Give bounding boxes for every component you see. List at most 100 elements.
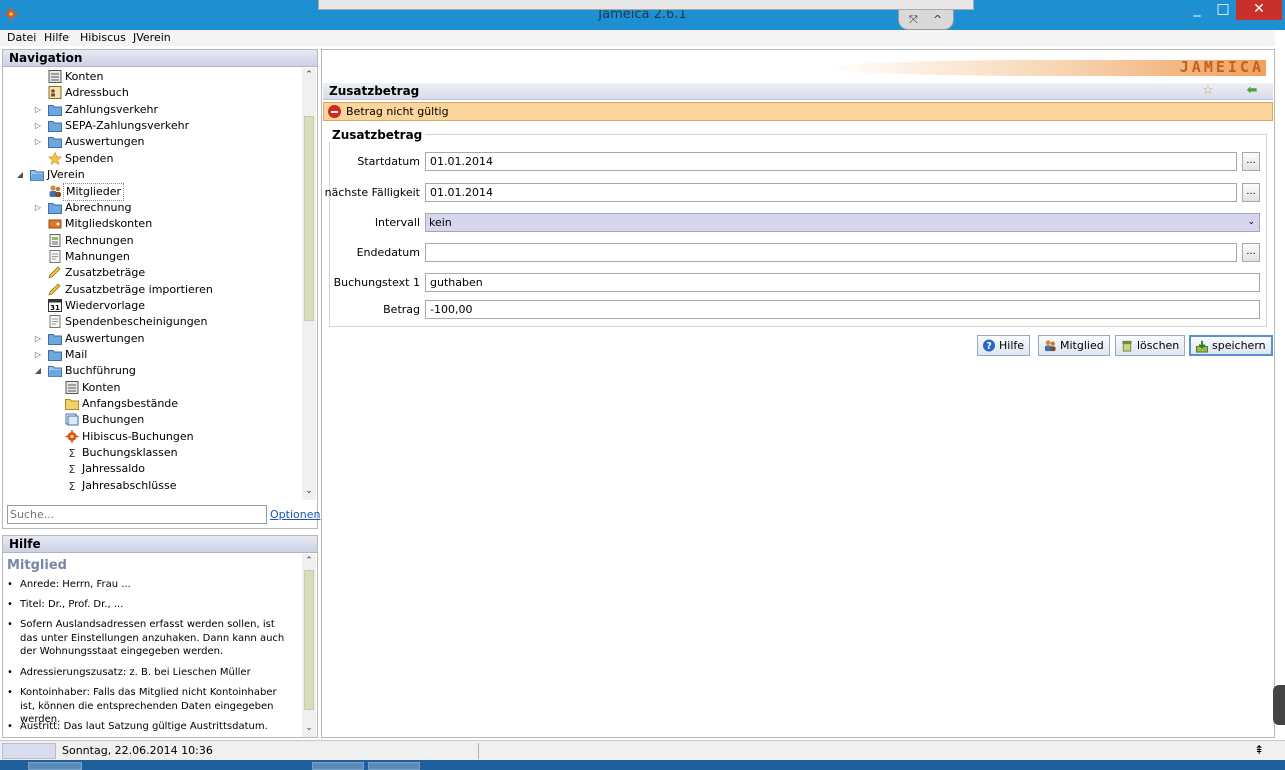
tree-item-mitgliedskonten[interactable]: Mitgliedskonten bbox=[3, 216, 303, 232]
status-bar: Sonntag, 22.06.2014 10:36 ⇞ bbox=[0, 740, 1285, 760]
tree-item-zusatzbetrage[interactable]: Zusatzbeträge bbox=[3, 265, 303, 281]
tree-item-buchfuhrung[interactable]: ◢ Buchführung bbox=[3, 363, 303, 379]
taskbar-button[interactable] bbox=[28, 762, 82, 770]
tree-item-konten[interactable]: Konten bbox=[3, 380, 303, 396]
faelligkeit-picker-button[interactable]: ... bbox=[1242, 183, 1260, 202]
expand-arrow-icon[interactable]: ▷ bbox=[33, 118, 43, 134]
tree-item-jverein[interactable]: ◢ JVerein bbox=[3, 167, 303, 183]
minimize-button[interactable]: _ bbox=[1184, 0, 1210, 20]
tree-item-anfangsbestande[interactable]: Anfangsbestände bbox=[3, 396, 303, 412]
startdatum-picker-button[interactable]: ... bbox=[1242, 152, 1260, 171]
tree-item-label: Zusatzbeträge importieren bbox=[65, 282, 213, 296]
endedatum-field[interactable] bbox=[425, 243, 1237, 262]
tree-item-zusatzbetrage-importieren[interactable]: Zusatzbeträge importieren bbox=[3, 282, 303, 298]
faelligkeit-field[interactable]: 01.01.2014 bbox=[425, 183, 1237, 202]
remote-toolbar bbox=[318, 0, 974, 10]
calendar-icon: 31 bbox=[48, 298, 62, 312]
tree-item-hibiscus-buchungen[interactable]: Hibiscus-Buchungen bbox=[3, 429, 303, 445]
expand-arrow-icon[interactable]: ▷ bbox=[33, 200, 43, 216]
loeschen-button[interactable]: löschen bbox=[1115, 335, 1186, 356]
remote-toolbar-tab[interactable]: ⤧ ^ bbox=[898, 10, 954, 30]
status-expand-icon[interactable]: ⇞ bbox=[1254, 743, 1264, 757]
maximize-button[interactable]: □ bbox=[1210, 0, 1236, 20]
tree-item-konten[interactable]: Konten bbox=[3, 69, 303, 85]
taskbar-button[interactable] bbox=[312, 762, 364, 770]
options-link[interactable]: Optionen bbox=[270, 508, 320, 521]
tree-item-label: Auswertungen bbox=[65, 135, 145, 149]
scroll-down-icon[interactable]: ⌄ bbox=[302, 486, 316, 498]
chevron-down-icon[interactable]: ⌄ bbox=[1247, 214, 1255, 231]
side-dial-handle[interactable] bbox=[1273, 685, 1285, 725]
endedatum-picker-button[interactable]: ... bbox=[1242, 243, 1260, 262]
navigation-scrollbar[interactable]: ⌃ ⌄ bbox=[302, 68, 316, 500]
tree-item-auswertungen[interactable]: ▷ Auswertungen bbox=[3, 331, 303, 347]
collapse-icon[interactable]: ^ bbox=[933, 13, 942, 26]
tree-item-buchungen[interactable]: Buchungen bbox=[3, 412, 303, 428]
menu-jverein[interactable]: JVerein bbox=[133, 31, 171, 44]
taskbar-button[interactable] bbox=[368, 762, 420, 770]
tree-item-label: Spendenbescheinigungen bbox=[65, 315, 208, 329]
navigation-header: Navigation bbox=[3, 50, 317, 67]
expand-arrow-icon[interactable]: ▷ bbox=[33, 331, 43, 347]
scroll-down-icon[interactable]: ⌄ bbox=[302, 723, 316, 735]
expand-arrow-icon[interactable]: ▷ bbox=[33, 102, 43, 118]
expand-arrow-icon[interactable]: ▷ bbox=[33, 347, 43, 363]
tree-item-mahnungen[interactable]: Mahnungen bbox=[3, 249, 303, 265]
tree-item-zahlungsverkehr[interactable]: ▷ Zahlungsverkehr bbox=[3, 102, 303, 118]
startdatum-label: Startdatum bbox=[357, 155, 420, 168]
menu-datei[interactable]: Datei bbox=[7, 31, 36, 44]
error-message-bar: Betrag nicht gültig bbox=[323, 102, 1273, 121]
close-button[interactable]: ✕ bbox=[1236, 0, 1282, 20]
help-panel: Hilfe Mitglied • Anrede: Herrn, Frau ... … bbox=[2, 535, 318, 738]
back-arrow-icon[interactable]: ⬅ bbox=[1243, 84, 1261, 99]
betrag-field[interactable]: -100,00 bbox=[425, 300, 1260, 319]
tree-item-label: Jahresabschlüsse bbox=[82, 478, 177, 492]
mitglied-button-label: Mitglied bbox=[1060, 339, 1104, 352]
tree-item-adressbuch[interactable]: Adressbuch bbox=[3, 85, 303, 101]
collapse-arrow-icon[interactable]: ◢ bbox=[33, 363, 43, 379]
bookmark-star-icon[interactable]: ☆ bbox=[1199, 84, 1217, 99]
betrag-label: Betrag bbox=[383, 303, 420, 316]
scroll-up-icon[interactable]: ⌃ bbox=[302, 556, 316, 568]
expand-arrow-icon[interactable]: ▷ bbox=[33, 134, 43, 150]
expand-icon[interactable]: ⤧ bbox=[909, 13, 918, 27]
tree-item-label: Buchungen bbox=[82, 413, 145, 427]
tree-item-mitglieder[interactable]: Mitglieder bbox=[3, 183, 303, 202]
wallet-icon bbox=[48, 217, 62, 230]
scrollbar-thumb[interactable] bbox=[304, 570, 314, 710]
buchungstext-field[interactable]: guthaben bbox=[425, 273, 1260, 292]
tree-item-jahresabschlusse[interactable]: Σ Jahresabschlüsse bbox=[3, 478, 303, 494]
scrollbar-thumb[interactable] bbox=[304, 116, 314, 321]
tree-item-spenden[interactable]: Spenden bbox=[3, 151, 303, 167]
sigma-icon: Σ bbox=[65, 462, 79, 476]
tree-item-buchungsklassen[interactable]: Σ Buchungsklassen bbox=[3, 445, 303, 461]
tree-item-sepa-zahlungsverkehr[interactable]: ▷ SEPA-Zahlungsverkehr bbox=[3, 118, 303, 134]
tree-item-rechnungen[interactable]: Rechnungen bbox=[3, 233, 303, 249]
tree-item-mail[interactable]: ▷ Mail bbox=[3, 347, 303, 363]
startdatum-field[interactable]: 01.01.2014 bbox=[425, 152, 1237, 171]
sigma-icon: Σ bbox=[65, 446, 79, 460]
search-input[interactable] bbox=[7, 505, 267, 524]
hilfe-button[interactable]: ? Hilfe bbox=[977, 335, 1031, 356]
folder-open-icon bbox=[30, 168, 44, 182]
navigation-tree: Konten Adressbuch ▷ Zahlungsverkehr ▷ SEPA-Za… bbox=[3, 68, 303, 498]
tree-item-spendenbescheinigungen[interactable]: Spendenbescheinigungen bbox=[3, 314, 303, 330]
intervall-select[interactable]: kein ⌄ bbox=[425, 213, 1260, 232]
scroll-up-icon[interactable]: ⌃ bbox=[302, 70, 316, 82]
bookings-icon bbox=[65, 413, 79, 426]
betrag-row: Betrag bbox=[322, 300, 420, 319]
menu-hilfe[interactable]: Hilfe bbox=[44, 31, 69, 44]
tree-item-auswertungen[interactable]: ▷ Auswertungen bbox=[3, 134, 303, 150]
menu-hibiscus[interactable]: Hibiscus bbox=[80, 31, 126, 44]
collapse-arrow-icon[interactable]: ◢ bbox=[15, 167, 25, 183]
help-scrollbar[interactable]: ⌃ ⌄ bbox=[302, 554, 316, 737]
mitglied-button[interactable]: Mitglied bbox=[1038, 335, 1110, 356]
tree-item-jahressaldo[interactable]: Σ Jahressaldo bbox=[3, 461, 303, 477]
speichern-button[interactable]: speichern bbox=[1189, 335, 1273, 356]
tree-item-abrechnung[interactable]: ▷ Abrechnung bbox=[3, 200, 303, 216]
tree-item-wiedervorlage[interactable]: 31 Wiedervorlage bbox=[3, 298, 303, 314]
tree-item-label: Konten bbox=[82, 380, 121, 394]
folder-icon bbox=[48, 103, 62, 116]
members-icon bbox=[48, 184, 62, 198]
navigation-panel: Navigation Konten Adressbuch ▷ Zahlungsverk… bbox=[2, 49, 320, 529]
